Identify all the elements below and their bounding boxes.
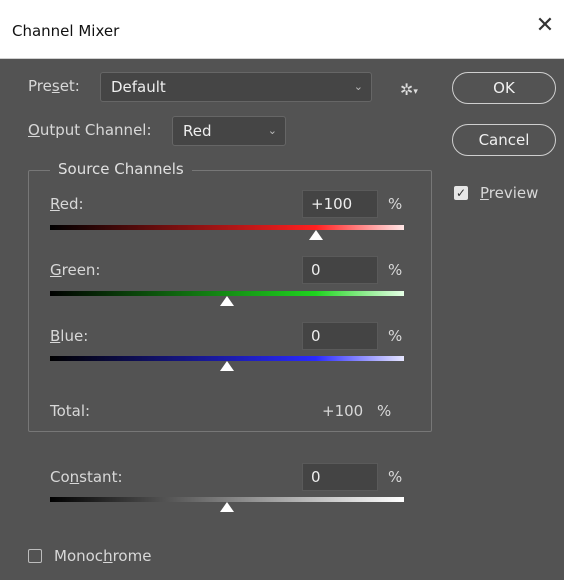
red-label: Red:: [50, 195, 84, 213]
constant-slider-thumb[interactable]: [220, 502, 234, 512]
monochrome-checkbox[interactable]: [28, 549, 42, 563]
blue-label: Blue:: [50, 327, 89, 345]
preset-options-gear-icon[interactable]: ✲▾: [400, 80, 418, 99]
preview-checkbox[interactable]: ✓: [454, 186, 468, 200]
preview-label: Preview: [480, 184, 539, 202]
output-channel-label: Output Channel:: [28, 121, 152, 139]
green-slider-thumb[interactable]: [220, 296, 234, 306]
red-slider-thumb[interactable]: [308, 230, 323, 240]
green-value-input[interactable]: 0: [302, 256, 378, 284]
blue-slider-thumb[interactable]: [220, 361, 234, 371]
constant-label: Constant:: [50, 468, 123, 486]
output-channel-value: Red: [183, 122, 212, 140]
constant-value-input[interactable]: 0: [302, 463, 378, 491]
blue-percent: %: [388, 327, 403, 345]
total-label: Total:: [50, 402, 91, 420]
preset-value: Default: [111, 78, 166, 96]
cancel-button[interactable]: Cancel: [452, 124, 556, 156]
chevron-down-icon: ⌄: [353, 80, 363, 93]
total-percent: %: [377, 402, 392, 420]
close-icon[interactable]: ✕: [532, 13, 558, 39]
title-bar: Channel Mixer ✕: [0, 0, 564, 59]
total-value: +100: [322, 402, 364, 420]
constant-percent: %: [388, 468, 403, 486]
red-percent: %: [388, 195, 403, 213]
green-percent: %: [388, 261, 403, 279]
window-title: Channel Mixer: [12, 22, 120, 40]
ok-button[interactable]: OK: [452, 72, 556, 104]
preset-label: Preset:: [28, 77, 80, 95]
red-value-input[interactable]: +100: [302, 190, 378, 218]
checkmark-icon: ✓: [455, 186, 467, 200]
chevron-down-icon: ⌄: [267, 124, 277, 137]
output-channel-select[interactable]: Red ⌄: [172, 116, 286, 146]
blue-value-input[interactable]: 0: [302, 322, 378, 350]
green-label: Green:: [50, 261, 101, 279]
monochrome-label: Monochrome: [54, 547, 152, 565]
source-channels-title: Source Channels: [50, 160, 192, 178]
red-slider-track[interactable]: [50, 225, 404, 230]
preset-select[interactable]: Default ⌄: [100, 72, 372, 102]
